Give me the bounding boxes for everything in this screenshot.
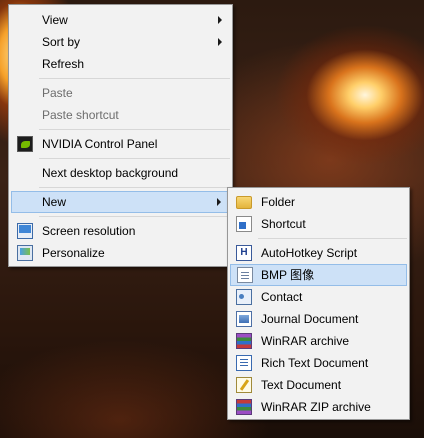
menu-separator — [258, 238, 407, 239]
menu-item-label: New — [42, 195, 67, 209]
autohotkey-icon: H — [236, 245, 252, 261]
menu-separator — [39, 216, 230, 217]
menu-item-label: WinRAR archive — [261, 334, 350, 348]
menu-item-personalize[interactable]: Personalize — [11, 242, 230, 264]
new-item-folder[interactable]: Folder — [230, 191, 407, 213]
menu-separator — [39, 158, 230, 159]
new-submenu: Folder Shortcut H AutoHotkey Script BMP … — [227, 187, 410, 420]
submenu-arrow-icon — [218, 38, 222, 46]
new-item-winrar-archive[interactable]: WinRAR archive — [230, 330, 407, 352]
folder-icon — [236, 196, 252, 209]
menu-item-label: Next desktop background — [42, 166, 179, 180]
menu-item-label: AutoHotkey Script — [261, 246, 358, 260]
menu-item-label: BMP 图像 — [261, 268, 315, 282]
menu-item-label: WinRAR ZIP archive — [261, 400, 371, 414]
journal-icon — [236, 311, 252, 327]
new-item-text-document[interactable]: Text Document — [230, 374, 407, 396]
menu-item-label: Sort by — [42, 35, 81, 49]
new-item-contact[interactable]: Contact — [230, 286, 407, 308]
new-item-autohotkey-script[interactable]: H AutoHotkey Script — [230, 242, 407, 264]
menu-item-new[interactable]: New — [11, 191, 230, 213]
menu-item-view[interactable]: View — [11, 9, 230, 31]
desktop-context-menu: View Sort by Refresh Paste Paste shortcu… — [8, 4, 233, 267]
screen-resolution-icon — [17, 223, 33, 239]
text-document-icon — [236, 377, 252, 393]
submenu-arrow-icon — [217, 198, 221, 206]
new-item-winrar-zip-archive[interactable]: WinRAR ZIP archive — [230, 396, 407, 418]
personalize-icon — [17, 245, 33, 261]
menu-item-label: Contact — [261, 290, 303, 304]
contact-icon — [236, 289, 252, 305]
menu-item-label: Rich Text Document — [261, 356, 369, 370]
desktop: { "context_menu": { "view": "View", "sor… — [0, 0, 424, 438]
new-item-journal-document[interactable]: Journal Document — [230, 308, 407, 330]
nvidia-icon — [17, 136, 33, 152]
menu-item-paste[interactable]: Paste — [11, 82, 230, 104]
menu-item-label: Personalize — [42, 246, 105, 260]
shortcut-icon — [236, 216, 252, 232]
menu-item-label: Journal Document — [261, 312, 359, 326]
menu-separator — [39, 78, 230, 79]
menu-item-label: Refresh — [42, 57, 85, 71]
menu-item-label: View — [42, 13, 68, 27]
new-item-bmp-image[interactable]: BMP 图像 — [230, 264, 407, 286]
menu-item-label: Folder — [261, 195, 296, 209]
bmp-file-icon — [237, 267, 253, 283]
menu-separator — [39, 187, 230, 188]
menu-item-label: Shortcut — [261, 217, 306, 231]
menu-item-label: Text Document — [261, 378, 342, 392]
menu-item-sort-by[interactable]: Sort by — [11, 31, 230, 53]
submenu-arrow-icon — [218, 16, 222, 24]
menu-item-next-desktop-background[interactable]: Next desktop background — [11, 162, 230, 184]
menu-item-refresh[interactable]: Refresh — [11, 53, 230, 75]
menu-item-nvidia-control-panel[interactable]: NVIDIA Control Panel — [11, 133, 230, 155]
menu-item-label: Paste — [42, 86, 73, 100]
menu-item-label: Screen resolution — [42, 224, 136, 238]
new-item-rich-text-document[interactable]: Rich Text Document — [230, 352, 407, 374]
winrar-icon — [236, 333, 252, 349]
menu-separator — [39, 129, 230, 130]
menu-item-screen-resolution[interactable]: Screen resolution — [11, 220, 230, 242]
menu-item-paste-shortcut[interactable]: Paste shortcut — [11, 104, 230, 126]
winrar-zip-icon — [236, 399, 252, 415]
rich-text-icon — [236, 355, 252, 371]
new-item-shortcut[interactable]: Shortcut — [230, 213, 407, 235]
menu-item-label: Paste shortcut — [42, 108, 119, 122]
menu-item-label: NVIDIA Control Panel — [42, 137, 158, 151]
